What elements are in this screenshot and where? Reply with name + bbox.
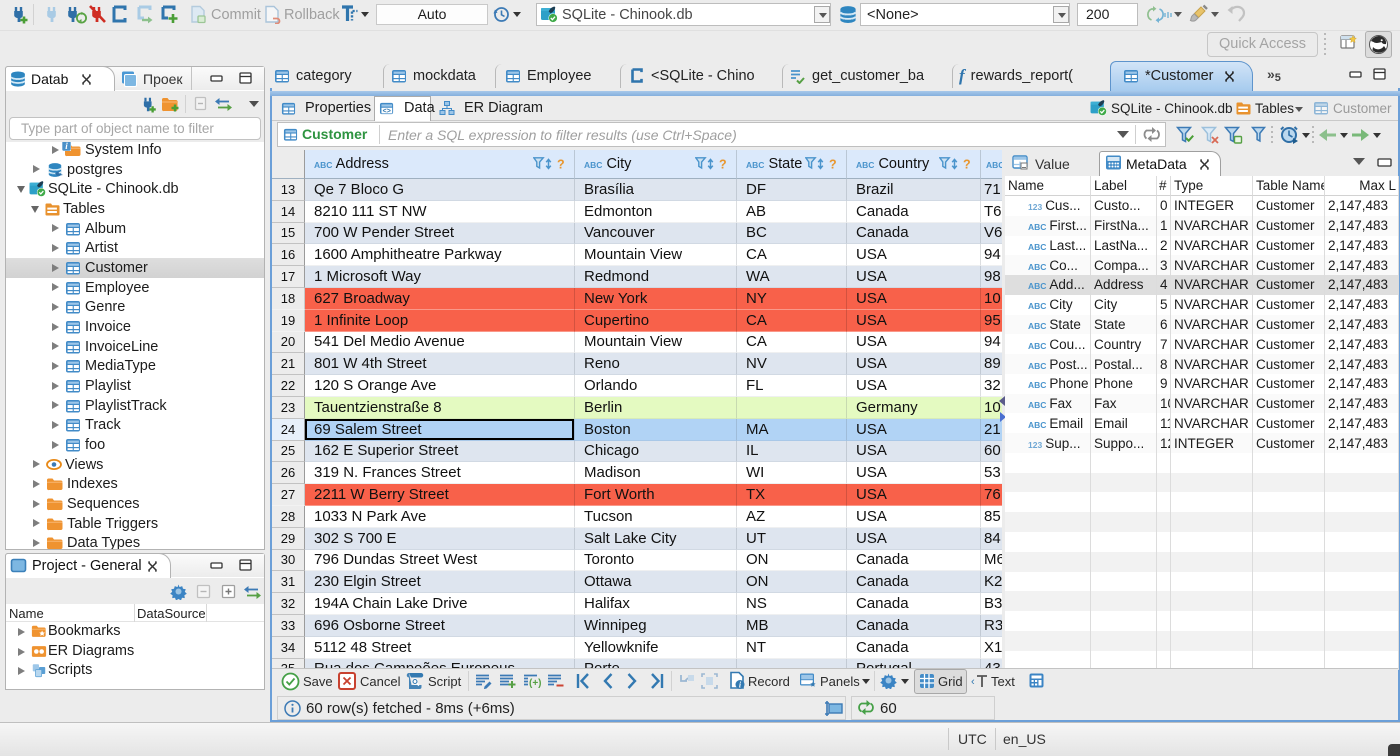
svg-text:?: ? bbox=[963, 158, 971, 172]
svg-text:?: ? bbox=[829, 158, 837, 172]
svg-text:(+): (+) bbox=[529, 678, 541, 689]
svg-text:<>: <> bbox=[383, 107, 391, 114]
svg-text:?: ? bbox=[557, 158, 565, 172]
svg-text:?: ? bbox=[719, 158, 727, 172]
svg-text:‹: ‹ bbox=[971, 676, 975, 688]
